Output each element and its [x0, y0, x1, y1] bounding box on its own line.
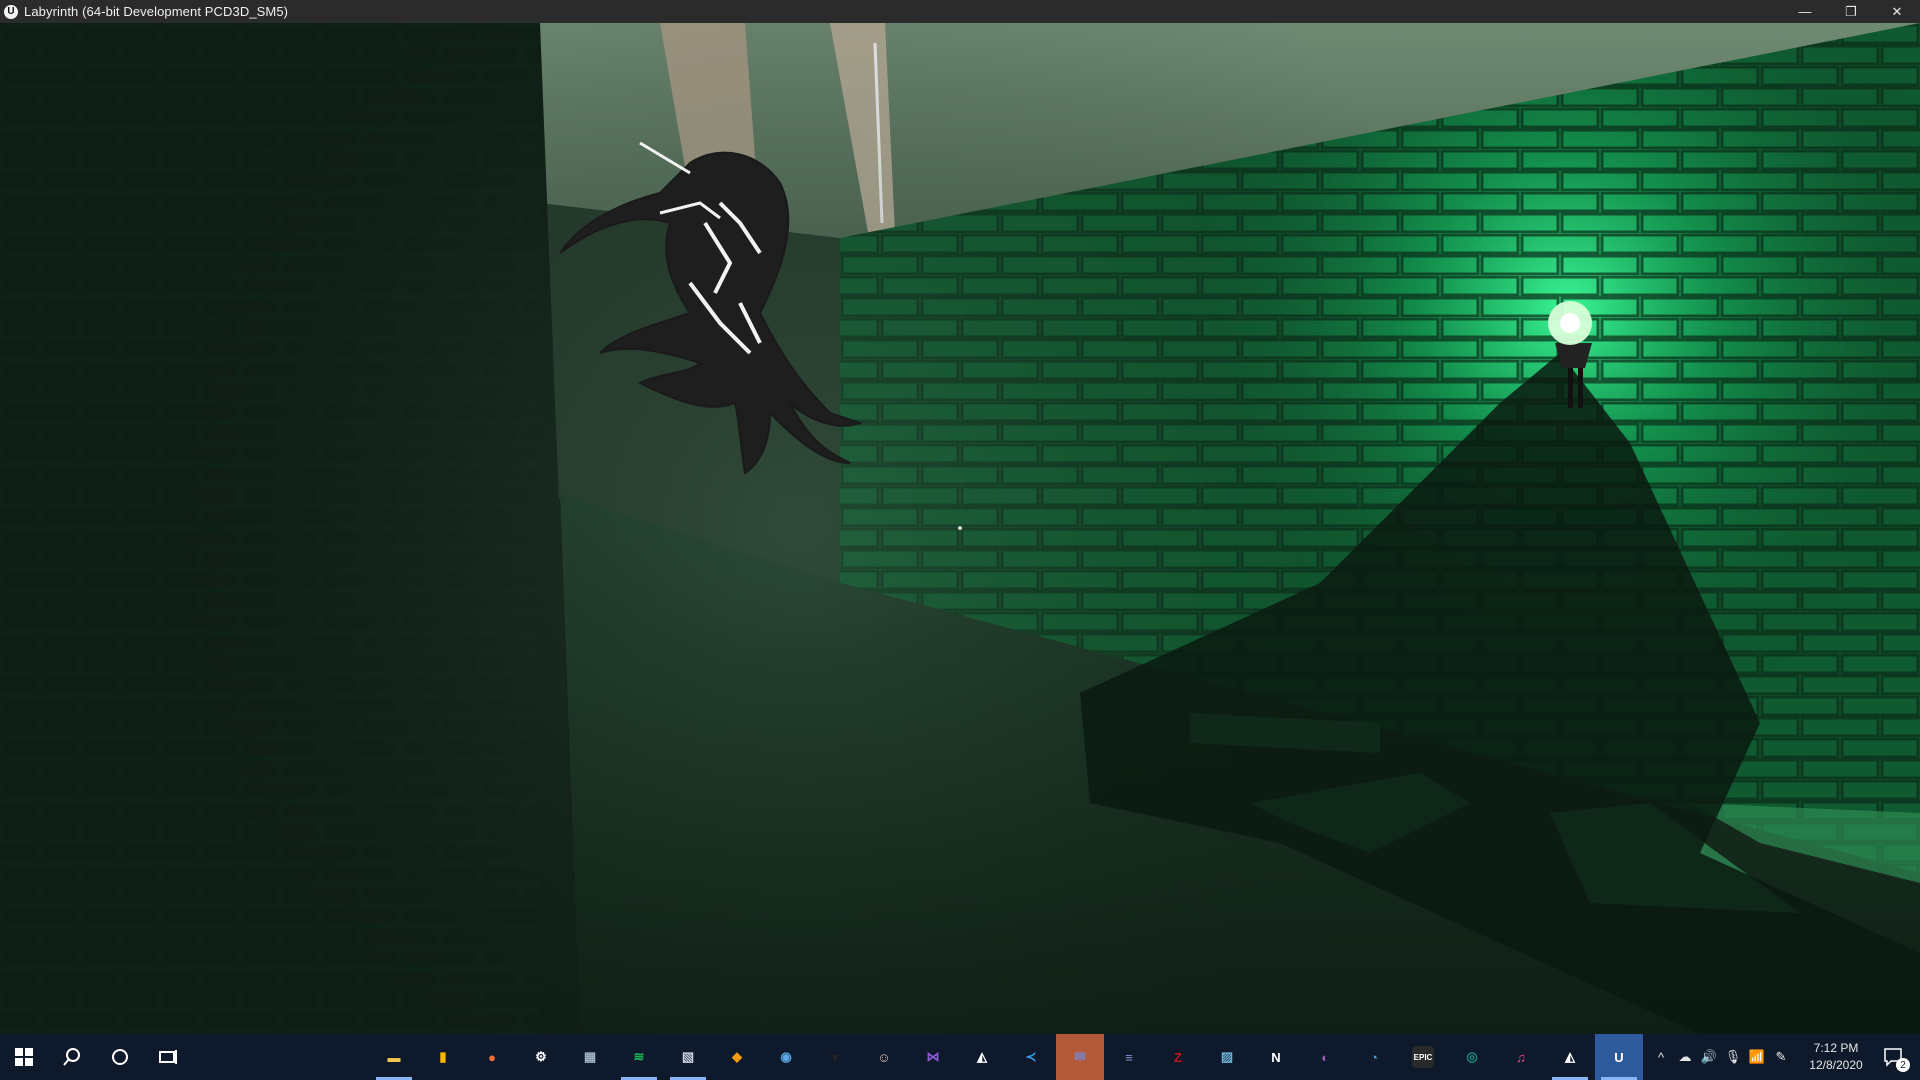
taskbar-app-itunes[interactable]: ♫ — [1497, 1034, 1545, 1080]
taskbar-app-files-app[interactable]: ▮ — [419, 1034, 467, 1080]
taskbar-app-image-viewer[interactable]: ▨ — [1203, 1034, 1251, 1080]
taskbar-app-steam[interactable]: ◉ — [762, 1034, 810, 1080]
restore-button[interactable]: ❐ — [1828, 0, 1874, 23]
photos-icon: ▧ — [681, 1049, 695, 1064]
calculator-icon: ▦ — [583, 1049, 597, 1064]
file-explorer-icon: ▬ — [387, 1049, 401, 1065]
settings-icon: ⚙ — [535, 1049, 547, 1064]
sourcetree-icon: ◆ — [732, 1049, 742, 1064]
window-title: Labyrinth (64-bit Development PCD3D_SM5) — [24, 4, 289, 19]
notification-count: 2 — [1896, 1058, 1910, 1072]
onedrive-icon[interactable]: ☁ — [1674, 1034, 1696, 1080]
image-viewer-icon: ▨ — [1220, 1049, 1234, 1064]
vscode-icon: ≺ — [1025, 1049, 1037, 1064]
task-view-icon[interactable] — [144, 1034, 192, 1080]
wifi-icon[interactable]: 📶 — [1746, 1034, 1768, 1080]
taskbar-app-firefox[interactable]: ● — [468, 1034, 516, 1080]
window-title-bar[interactable]: U Labyrinth (64-bit Development PCD3D_SM… — [0, 0, 1920, 23]
crosshair-dot — [958, 526, 962, 530]
taskbar-app-steam-vr[interactable]: ◔ — [1350, 1034, 1398, 1080]
taskbar-app-photos[interactable]: ▧ — [664, 1034, 712, 1080]
destiny-icon: ▼ — [828, 1049, 842, 1065]
firefox-icon: ● — [488, 1049, 496, 1065]
taskbar-app-discord-badge[interactable]: ✉ — [1056, 1034, 1104, 1080]
unreal-app-icon: U — [4, 4, 18, 19]
clock-date: 12/8/2020 — [1809, 1058, 1863, 1072]
game-scene — [0, 23, 1920, 1034]
window-controls: — ❐ ✕ — [1782, 0, 1920, 23]
notification-center-icon[interactable]: 2 — [1874, 1034, 1914, 1080]
system-clock[interactable]: 7:12 PM 12/8/2020 — [1804, 1034, 1868, 1080]
close-button[interactable]: ✕ — [1874, 0, 1920, 23]
notion-icon: N — [1271, 1049, 1281, 1065]
anime-app-icon: ☺ — [877, 1049, 891, 1065]
visual-studio-icon: ⋈ — [926, 1049, 940, 1064]
paint-app-icon: ◐ — [1321, 1049, 1329, 1065]
taskbar-app-spotify[interactable]: ≋ — [615, 1034, 663, 1080]
taskbar-app-vscode[interactable]: ≺ — [1007, 1034, 1055, 1080]
taskbar-app-linear-app[interactable]: ≡ — [1105, 1034, 1153, 1080]
taskbar-app-paint-app[interactable]: ◐ — [1301, 1034, 1349, 1080]
taskbar-app-sourcetree[interactable]: ◆ — [713, 1034, 761, 1080]
microphone-icon[interactable]: 🎙 — [1722, 1034, 1744, 1080]
taskbar-app-calculator[interactable]: ▦ — [566, 1034, 614, 1080]
taskbar-app-destiny[interactable]: ▼ — [811, 1034, 859, 1080]
windows-taskbar: ▬ ▮ ● ⚙ ▦ ≋ ▧ ◆ ◉ ▼ ☺ ⋈ ◭ ≺ ✉ ≡ Z ▨ N ◐ ◔ EPIC ◎ ♫ ◭ U ^ ☁ 🔊 🎙 📶 … — [0, 1034, 1920, 1080]
taskbar-app-visual-studio[interactable]: ⋈ — [909, 1034, 957, 1080]
steam-icon: ◉ — [780, 1049, 792, 1064]
taskbar-app-unity-hub[interactable]: ◭ — [1546, 1034, 1594, 1080]
unreal-engine-icon: U — [1614, 1049, 1624, 1065]
itunes-icon: ♫ — [1516, 1049, 1526, 1065]
steam-vr-icon: ◔ — [1370, 1049, 1378, 1065]
discord-badge-icon: ✉ — [1074, 1049, 1086, 1064]
search-icon[interactable] — [48, 1034, 96, 1080]
windows-start-icon[interactable] — [0, 1034, 48, 1080]
taskbar-app-notion[interactable]: N — [1252, 1034, 1300, 1080]
tray-chevron-icon[interactable]: ^ — [1650, 1034, 1672, 1080]
unity-icon: ◭ — [977, 1049, 987, 1064]
linear-app-icon: ≡ — [1125, 1049, 1133, 1065]
unity-hub-icon: ◭ — [1565, 1049, 1575, 1064]
spotify-icon: ≋ — [633, 1049, 645, 1064]
taskbar-app-gitkraken[interactable]: ◎ — [1448, 1034, 1496, 1080]
gitkraken-icon: ◎ — [1466, 1049, 1478, 1064]
cortana-icon[interactable] — [96, 1034, 144, 1080]
taskbar-app-settings[interactable]: ⚙ — [517, 1034, 565, 1080]
filezilla-icon: Z — [1174, 1049, 1182, 1065]
clock-time: 7:12 PM — [1813, 1041, 1859, 1055]
taskbar-app-filezilla[interactable]: Z — [1154, 1034, 1202, 1080]
taskbar-app-epic-games[interactable]: EPIC — [1399, 1034, 1447, 1080]
taskbar-app-unity[interactable]: ◭ — [958, 1034, 1006, 1080]
files-app-icon: ▮ — [439, 1049, 447, 1064]
taskbar-app-anime-app[interactable]: ☺ — [860, 1034, 908, 1080]
taskbar-app-unreal-engine[interactable]: U — [1595, 1034, 1643, 1080]
epic-games-icon: EPIC — [1412, 1046, 1434, 1068]
taskbar-app-file-explorer[interactable]: ▬ — [370, 1034, 418, 1080]
game-viewport[interactable] — [0, 23, 1920, 1034]
volume-icon[interactable]: 🔊 — [1698, 1034, 1720, 1080]
minimize-button[interactable]: — — [1782, 0, 1828, 23]
pen-icon[interactable]: ✎ — [1770, 1034, 1792, 1080]
